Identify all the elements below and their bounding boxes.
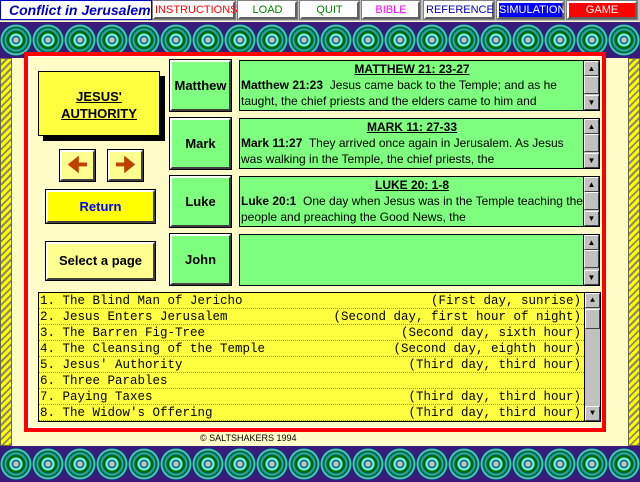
page-name: 3. The Barren Fig-Tree [40, 326, 206, 340]
ornament-icon [384, 448, 416, 480]
decorative-border-bottom [0, 446, 640, 482]
page-name: 2. Jesus Enters Jerusalem [40, 310, 228, 324]
page-name: 7. Paying Taxes [40, 390, 153, 404]
arrow-left-icon: 🠈 [67, 152, 88, 177]
ornament-icon [64, 448, 96, 480]
menu-instructions-button[interactable]: INSTRUCTIONS [152, 0, 238, 20]
gospel-mark-text[interactable]: MARK 11: 27-33 Mark 11:27 They arrived o… [239, 118, 600, 169]
gospel-john-button[interactable]: John [169, 233, 232, 286]
list-item[interactable]: 2. Jesus Enters Jerusalem (Second day, fi… [39, 309, 584, 325]
ornament-icon [512, 448, 544, 480]
gospel-matthew-text[interactable]: MATTHEW 21: 23-27 Matthew 21:23 Jesus ca… [239, 60, 600, 111]
app-title: Conflict in Jerusalem [0, 0, 152, 20]
gospel-luke-text[interactable]: LUKE 20: 1-8 Luke 20:1 One day when Jesu… [239, 176, 600, 227]
page-list-scrollbar[interactable]: ▲ ▼ [584, 293, 600, 421]
scroll-thumb[interactable] [584, 134, 599, 152]
next-page-button[interactable]: 🠊 [107, 149, 144, 182]
page-time: (Third day, third hour) [408, 358, 581, 372]
passage-title: LUKE 20: 1-8 [374, 178, 450, 192]
menu-bible-button[interactable]: BIBLE [361, 0, 421, 20]
page-time: (Third day, third hour) [408, 406, 581, 420]
ornament-icon [352, 448, 384, 480]
ornament-icon [576, 448, 608, 480]
passage-scrollbar[interactable]: ▲ ▼ [583, 177, 599, 226]
scroll-down-icon[interactable]: ▼ [584, 153, 599, 168]
arrow-right-icon: 🠊 [115, 152, 136, 177]
verse-ref: Mark 11:27 [241, 136, 303, 150]
page-name: 4. The Cleansing of the Temple [40, 342, 266, 356]
page-list[interactable]: 1. The Blind Man of Jericho (First day, s… [38, 292, 601, 422]
ornament-icon [256, 448, 288, 480]
list-item[interactable]: 6. Three Parables [39, 373, 584, 389]
scroll-thumb[interactable] [584, 250, 599, 268]
pillar-left [0, 58, 12, 446]
ornament-icon [448, 448, 480, 480]
scroll-down-icon[interactable]: ▼ [584, 270, 599, 285]
list-item[interactable]: 1. The Blind Man of Jericho (First day, s… [39, 293, 584, 309]
gospel-mark-button[interactable]: Mark [169, 117, 232, 170]
page-name: 8. The Widow's Offering [40, 406, 213, 420]
scroll-up-icon[interactable]: ▲ [584, 177, 599, 192]
verse-ref: Luke 20:1 [241, 194, 297, 208]
ornament-icon [32, 448, 64, 480]
page-time: (Second day, first hour of night) [333, 310, 581, 324]
scroll-down-icon[interactable]: ▼ [584, 95, 599, 110]
passage-title: MARK 11: 27-33 [366, 120, 458, 134]
page-name: 6. Three Parables [40, 374, 168, 388]
gospel-john-text[interactable]: ▲ ▼ [239, 234, 600, 286]
list-item[interactable]: 4. The Cleansing of the Temple (Second da… [39, 341, 584, 357]
page-time: (Third day, third hour) [408, 390, 581, 404]
scroll-thumb[interactable] [585, 309, 600, 329]
verse-ref: Matthew 21:23 [241, 78, 324, 92]
menu-load-button[interactable]: LOAD [237, 0, 298, 20]
scroll-down-icon[interactable]: ▼ [584, 211, 599, 226]
ornament-icon [224, 448, 256, 480]
scroll-down-icon[interactable]: ▼ [585, 406, 600, 421]
ornament-icon [192, 448, 224, 480]
ornament-icon [320, 448, 352, 480]
pillar-right [628, 58, 640, 446]
menu-reference-button[interactable]: REFERENCE [423, 0, 495, 20]
page-title: JESUS' AUTHORITY [38, 71, 160, 136]
scroll-up-icon[interactable]: ▲ [584, 119, 599, 134]
menu-quit-button[interactable]: QUIT [299, 0, 360, 20]
page-name: 1. The Blind Man of Jericho [40, 294, 243, 308]
ornament-icon [128, 448, 160, 480]
page-name: 5. Jesus' Authority [40, 358, 183, 372]
menu-game-button[interactable]: GAME [566, 0, 638, 20]
copyright: © SALTSHAKERS 1994 [200, 433, 297, 443]
gospel-matthew-button[interactable]: Matthew [169, 59, 232, 112]
ornament-icon [416, 448, 448, 480]
ornament-icon [160, 448, 192, 480]
prev-page-button[interactable]: 🠈 [59, 149, 96, 182]
passage-title: MATTHEW 21: 23-27 [354, 62, 470, 76]
ornament-icon [608, 448, 640, 480]
page-time: (First day, sunrise) [430, 294, 581, 308]
list-item[interactable]: 7. Paying Taxes (Third day, third hour) [39, 389, 584, 405]
list-item[interactable]: 3. The Barren Fig-Tree (Second day, sixth… [39, 325, 584, 341]
return-button[interactable]: Return [45, 189, 156, 224]
ornament-icon [608, 24, 640, 56]
passage-scrollbar[interactable]: ▲ ▼ [583, 235, 599, 285]
ornament-icon [0, 448, 32, 480]
ornament-icon [96, 448, 128, 480]
scroll-up-icon[interactable]: ▲ [584, 235, 599, 250]
scroll-up-icon[interactable]: ▲ [585, 293, 600, 308]
list-item[interactable]: 8. The Widow's Offering (Third day, third… [39, 405, 584, 421]
menu-simulation-button[interactable]: SIMULATION [496, 0, 565, 20]
scroll-up-icon[interactable]: ▲ [584, 61, 599, 76]
page-time: (Second day, eighth hour) [393, 342, 581, 356]
ornament-icon [288, 448, 320, 480]
passage-scrollbar[interactable]: ▲ ▼ [583, 119, 599, 168]
gospel-luke-button[interactable]: Luke [169, 175, 232, 228]
ornament-icon [544, 448, 576, 480]
list-item[interactable]: 5. Jesus' Authority (Third day, third hou… [39, 357, 584, 373]
page-time: (Second day, sixth hour) [400, 326, 581, 340]
scroll-thumb[interactable] [584, 76, 599, 94]
scroll-thumb[interactable] [584, 192, 599, 210]
passage-scrollbar[interactable]: ▲ ▼ [583, 61, 599, 110]
select-page-button[interactable]: Select a page [45, 241, 156, 281]
ornament-icon [480, 448, 512, 480]
